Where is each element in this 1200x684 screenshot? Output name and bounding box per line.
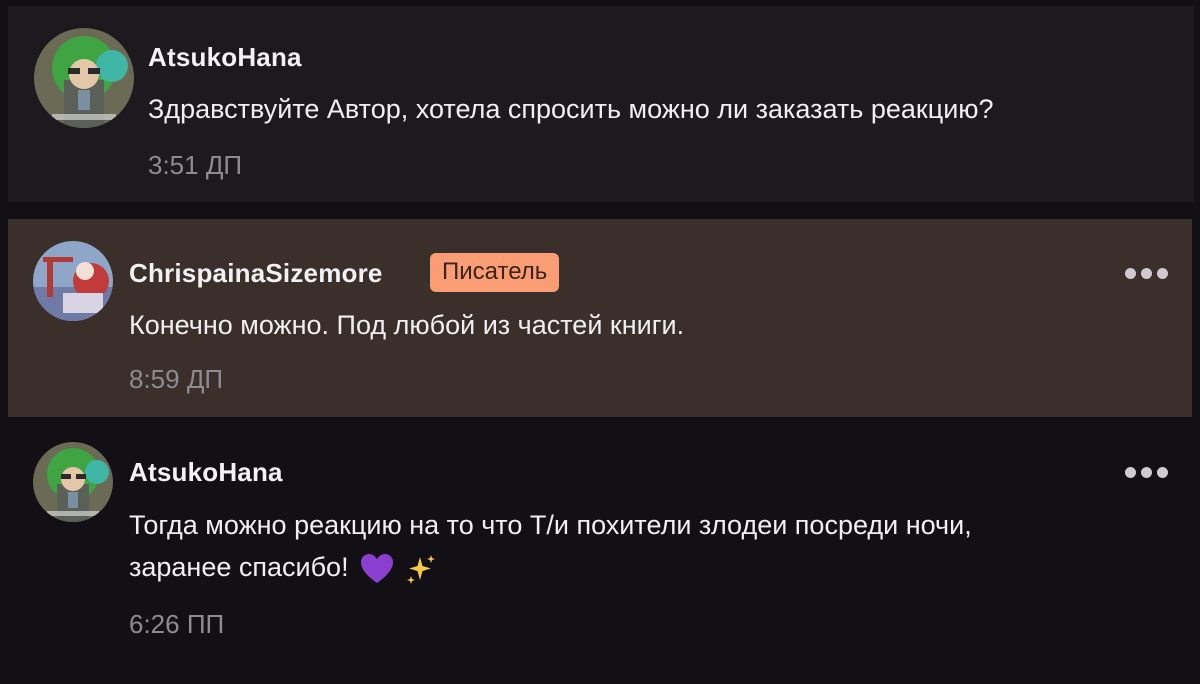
comment-text: Тогда можно реакцию на то что Т/и похите… [129,504,1129,588]
dot [1141,467,1152,478]
comment-item-author: ChrispainaSizemore Писатель Конечно можн… [8,219,1192,417]
avatar-image [33,241,113,321]
avatar-image [33,442,113,522]
avatar[interactable] [34,28,134,128]
dot [1157,268,1168,279]
comment-text: Конечно можно. Под любой из частей книги… [129,310,685,340]
comment-text-part: заранее спасибо! [129,552,349,582]
avatar-image [34,28,134,128]
sparkles-icon [406,554,435,584]
dot [1125,467,1136,478]
comment-text: Здравствуйте Автор, хотела спросить можн… [148,94,994,124]
purple-heart-icon [361,553,394,583]
timestamp: 8:59 ДП [129,364,224,394]
comment-text-line-2: заранее спасибо! [129,546,1129,588]
username[interactable]: ChrispainaSizemore [129,258,383,289]
dot [1141,268,1152,279]
dot [1157,467,1168,478]
comment-item: AtsukoHana Здравствуйте Автор, хотела сп… [8,6,1194,202]
avatar[interactable] [33,442,113,522]
writer-badge: Писатель [430,253,560,292]
more-options-icon[interactable] [1125,268,1168,279]
timestamp: 3:51 ДП [148,150,243,180]
comment-item: AtsukoHana Тогда можно реакцию на то что… [0,425,1200,684]
timestamp: 6:26 ПП [129,609,225,639]
username[interactable]: AtsukoHana [148,42,302,73]
comment-text-line: Тогда можно реакцию на то что Т/и похите… [129,510,972,540]
comments-thread: AtsukoHana Здравствуйте Автор, хотела сп… [0,0,1200,684]
username[interactable]: AtsukoHana [129,457,283,488]
dot [1125,268,1136,279]
avatar[interactable] [33,241,113,321]
more-options-icon[interactable] [1125,467,1168,478]
